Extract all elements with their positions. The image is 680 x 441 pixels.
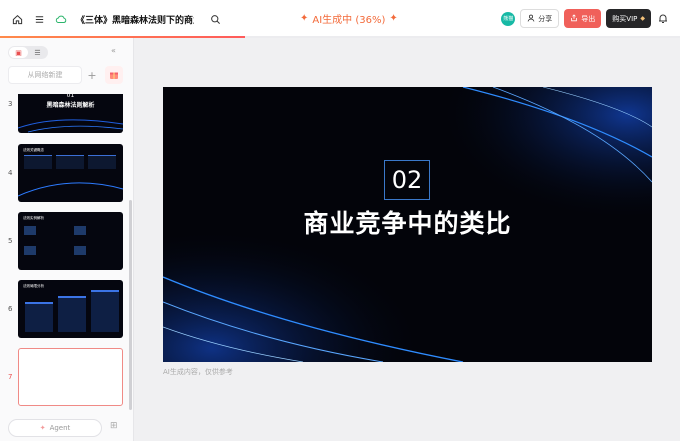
sparkle-icon: ✦: [300, 13, 309, 24]
thumb-image: [74, 226, 86, 235]
slide-canvas[interactable]: 02 商业竞争中的类比: [163, 87, 652, 362]
slide-number: 3: [8, 100, 13, 108]
bell-icon[interactable]: [656, 12, 670, 26]
slide-thumbnail-4[interactable]: 法则关键概念: [18, 144, 123, 202]
ai-disclaimer: AI生成内容，仅供参考: [163, 368, 233, 376]
thumb-content-card: [91, 290, 119, 332]
collapse-sidebar-icon[interactable]: «: [111, 46, 116, 55]
export-button[interactable]: 导出: [564, 9, 602, 28]
vip-label: 购买VIP: [612, 14, 638, 23]
agent-label: Agent: [49, 424, 71, 432]
sparkle-icon: ✦: [39, 424, 46, 432]
slide-thumb-title: 黑暗森林法则解析: [46, 102, 95, 109]
slide-sidebar: ▣ ☰ « 从网络新建 + 3 01 黑暗森林法则解析 4 法则关键概念 5 法…: [0, 38, 134, 441]
buy-vip-button[interactable]: 购买VIP ◆: [606, 9, 651, 28]
export-icon: [570, 13, 578, 24]
generation-status-text: AI生成中 (36%): [312, 15, 386, 26]
list-view-icon[interactable]: ☰: [28, 47, 47, 58]
agent-button[interactable]: ✦ Agent: [8, 419, 102, 437]
slide-thumbnail-3[interactable]: 01 黑暗森林法则解析: [18, 94, 123, 133]
outline-create-field[interactable]: 从网络新建: [8, 66, 82, 84]
view-toggle: ▣ ☰: [8, 46, 48, 59]
document-title[interactable]: 《三体》黑暗森林法则下的商业...: [76, 13, 194, 26]
grid-view-icon[interactable]: ▣: [9, 47, 28, 58]
thumb-image: [24, 246, 36, 255]
slide-number: 6: [8, 305, 13, 313]
header-actions: 熊猫 分享 导出 购买VIP ◆: [501, 9, 670, 28]
slide-thumb-title: 法则实例解析: [23, 216, 44, 220]
sparkle-icon: ✦: [389, 13, 398, 24]
slide-number: 5: [8, 237, 13, 245]
slide-thumbnail-6[interactable]: 法则局限分析: [18, 280, 123, 338]
slide-number: 4: [8, 169, 13, 177]
add-slide-button[interactable]: +: [84, 66, 100, 84]
thumb-image: [74, 246, 86, 255]
slide-thumb-title: 法则局限分析: [23, 284, 44, 288]
layout-icon[interactable]: ⊞: [110, 421, 118, 431]
export-label: 导出: [581, 14, 596, 23]
menu-icon[interactable]: [28, 8, 50, 30]
share-button[interactable]: 分享: [520, 9, 560, 28]
user-icon: [527, 14, 535, 24]
search-icon[interactable]: [204, 8, 226, 30]
cloud-sync-icon[interactable]: [50, 8, 72, 30]
generation-status: ✦ AI生成中 (36%) ✦: [300, 11, 398, 26]
diamond-icon: ◆: [640, 15, 645, 22]
gift-icon[interactable]: [105, 66, 123, 84]
home-icon[interactable]: [6, 8, 28, 30]
avatar[interactable]: 熊猫: [501, 11, 516, 26]
share-label: 分享: [538, 14, 553, 23]
slide-thumbnail-5[interactable]: 法则实例解析: [18, 212, 123, 270]
slide-thumbnail-7[interactable]: [18, 348, 123, 406]
thumb-content-card: [25, 302, 53, 332]
sidebar-scrollbar[interactable]: [129, 200, 132, 410]
slide-number: 7: [8, 373, 13, 381]
thumb-content-card: [58, 296, 86, 332]
slide-section-number[interactable]: 02: [384, 160, 430, 200]
thumb-image: [24, 226, 36, 235]
slide-thumb-number: 01: [66, 94, 75, 99]
slide-title[interactable]: 商业竞争中的类比: [163, 204, 652, 240]
top-bar: 《三体》黑暗森林法则下的商业... ✦ AI生成中 (36%) ✦ 熊猫 分享 …: [0, 0, 680, 38]
